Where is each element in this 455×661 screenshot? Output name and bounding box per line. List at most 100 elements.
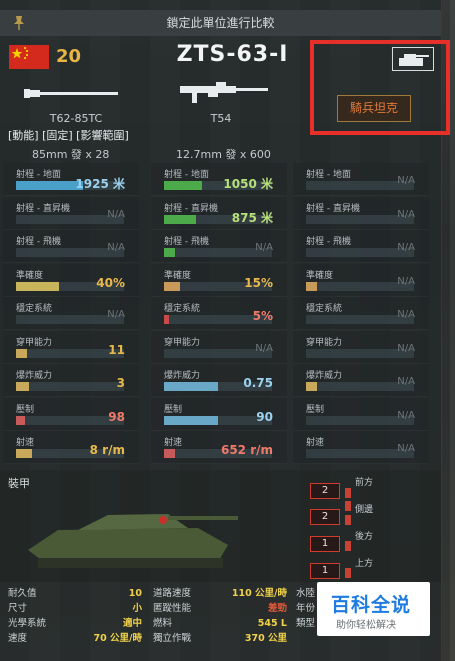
stat-cell: 準確度 15% bbox=[151, 263, 287, 297]
road-speed-value: 110 公里/時 bbox=[231, 588, 287, 599]
stat-cell: 射程 - 直昇機 N/A bbox=[293, 196, 429, 230]
stat-bar-fill bbox=[164, 181, 202, 190]
stat-label: 穩定系統 bbox=[306, 304, 343, 314]
stat-label: 穩定系統 bbox=[16, 304, 53, 314]
stat-label: 爆炸威力 bbox=[306, 371, 343, 381]
stat-bar-fill bbox=[164, 214, 197, 224]
armor-section bbox=[0, 470, 441, 582]
stat-value: 1050 米 bbox=[223, 177, 273, 191]
stat-value: N/A bbox=[397, 309, 415, 320]
stat-value: 5% bbox=[252, 309, 273, 323]
watermark-subtitle: 助你轻松解决 bbox=[336, 620, 396, 631]
watermark-logo: 百科全说 助你轻松解决 bbox=[317, 582, 430, 636]
stat-cell: 射速 N/A bbox=[293, 431, 429, 464]
speed-label: 速度 bbox=[8, 633, 28, 644]
stat-label: 射速 bbox=[16, 438, 35, 448]
stealth-value: 差勁 bbox=[267, 603, 287, 614]
stat-cell: 穿甲能力 11 bbox=[3, 330, 139, 364]
stat-cell: 射速 8 r/m bbox=[3, 431, 139, 464]
stat-label: 爆炸威力 bbox=[164, 371, 201, 381]
armor-front-value: 2 bbox=[310, 483, 340, 499]
stat-bar-fill bbox=[16, 281, 60, 291]
stat-bar-fill bbox=[16, 348, 27, 358]
armor-front-bar-2 bbox=[345, 501, 351, 511]
armor-front-bar bbox=[345, 488, 351, 498]
stat-label: 射程 - 飛機 bbox=[16, 237, 61, 247]
stat-bar-track bbox=[16, 382, 124, 391]
unit-tier: 20 bbox=[56, 46, 82, 67]
stat-value: 875 米 bbox=[231, 210, 273, 225]
stat-value: N/A bbox=[107, 208, 125, 220]
stat-label: 穿甲能力 bbox=[306, 337, 343, 348]
armor-front-label: 前方 bbox=[355, 478, 374, 488]
fuel-label: 燃料 bbox=[153, 618, 173, 629]
stat-bar-fill bbox=[306, 382, 317, 391]
stat-value: N/A bbox=[397, 275, 415, 287]
stat-value: 652 r/m bbox=[220, 443, 273, 457]
fuel-value: 545 L bbox=[257, 618, 287, 629]
optics-value: 適中 bbox=[122, 618, 142, 629]
size-label: 尺寸 bbox=[8, 603, 28, 614]
stat-value: N/A bbox=[255, 242, 273, 253]
unit-class-button[interactable]: 騎兵坦克 bbox=[337, 95, 411, 122]
armor-side-bar bbox=[345, 515, 351, 525]
year-label: 年份 bbox=[296, 603, 316, 614]
stat-bar-fill bbox=[306, 281, 317, 291]
stat-cell: 射程 - 地面 1925 米 bbox=[3, 163, 139, 196]
stat-bar-fill bbox=[16, 382, 29, 391]
stat-value: N/A bbox=[397, 208, 415, 220]
stat-value: 90 bbox=[256, 409, 273, 424]
stat-label: 準確度 bbox=[16, 270, 44, 281]
stat-label: 射程 - 直昇機 bbox=[306, 203, 360, 214]
stat-cell: 射程 - 地面 N/A bbox=[293, 163, 429, 196]
stat-cell: 射程 - 直昇機 875 米 bbox=[151, 196, 287, 230]
watermark-title: 百科全说 bbox=[331, 594, 412, 616]
stat-value: N/A bbox=[397, 175, 415, 186]
stat-label: 射程 - 飛機 bbox=[164, 237, 209, 247]
armor-rear-label: 後方 bbox=[355, 532, 374, 542]
weapon-ammo-1: 85mm 發 x 28 bbox=[32, 148, 110, 161]
optics-label: 光學系統 bbox=[8, 618, 47, 629]
stat-cell: 穩定系統 N/A bbox=[3, 297, 139, 330]
stat-cell: 爆炸威力 N/A bbox=[293, 364, 429, 397]
stat-cell: 壓制 90 bbox=[151, 397, 287, 431]
weapon-tags: [動能] [固定] [影響範圍] bbox=[8, 129, 129, 142]
stat-label: 射程 - 地面 bbox=[306, 170, 351, 180]
autonomy-value: 370 公里 bbox=[244, 633, 287, 644]
stat-value: 98 bbox=[108, 409, 125, 424]
stat-cell: 射程 - 飛機 N/A bbox=[151, 230, 287, 263]
stat-label: 穿甲能力 bbox=[164, 337, 201, 348]
stat-label: 壓制 bbox=[16, 404, 35, 415]
durability-label: 耐久值 bbox=[8, 588, 37, 599]
stat-bar-fill bbox=[164, 415, 218, 425]
stat-cell: 射速 652 r/m bbox=[151, 431, 287, 464]
stat-cell: 穿甲能力 N/A bbox=[151, 330, 287, 364]
stat-value: 3 bbox=[116, 376, 125, 390]
stat-value: N/A bbox=[397, 409, 415, 421]
armor-side-value: 2 bbox=[310, 509, 340, 525]
stat-label: 射程 - 地面 bbox=[16, 170, 61, 180]
stat-value: N/A bbox=[107, 309, 125, 320]
armor-rear-value: 1 bbox=[310, 536, 340, 552]
stat-bar-fill bbox=[16, 449, 33, 458]
stat-cell: 壓制 98 bbox=[3, 397, 139, 431]
stat-bar-fill bbox=[16, 415, 25, 425]
size-value: 小 bbox=[132, 603, 142, 614]
title-bar[interactable]: 鎖定此單位進行比較 bbox=[0, 10, 441, 36]
stat-label: 準確度 bbox=[164, 270, 192, 281]
armor-top-value: 1 bbox=[310, 563, 340, 579]
stat-label: 射速 bbox=[306, 438, 325, 448]
stat-cell: 準確度 N/A bbox=[293, 263, 429, 297]
title-text: 鎖定此單位進行比較 bbox=[166, 16, 275, 30]
stat-value: N/A bbox=[397, 376, 415, 387]
stat-label: 穩定系統 bbox=[164, 304, 201, 314]
stat-label: 壓制 bbox=[306, 404, 325, 415]
stat-cell: 穿甲能力 N/A bbox=[293, 330, 429, 364]
stat-cell: 爆炸威力 0.75 bbox=[151, 364, 287, 397]
stat-label: 穿甲能力 bbox=[16, 337, 53, 348]
stat-value: N/A bbox=[397, 242, 415, 253]
pin-icon[interactable] bbox=[12, 15, 26, 31]
stat-cell: 射程 - 飛機 N/A bbox=[3, 230, 139, 263]
stat-cell: 穩定系統 N/A bbox=[293, 297, 429, 330]
armor-side-label: 側邊 bbox=[355, 505, 374, 515]
